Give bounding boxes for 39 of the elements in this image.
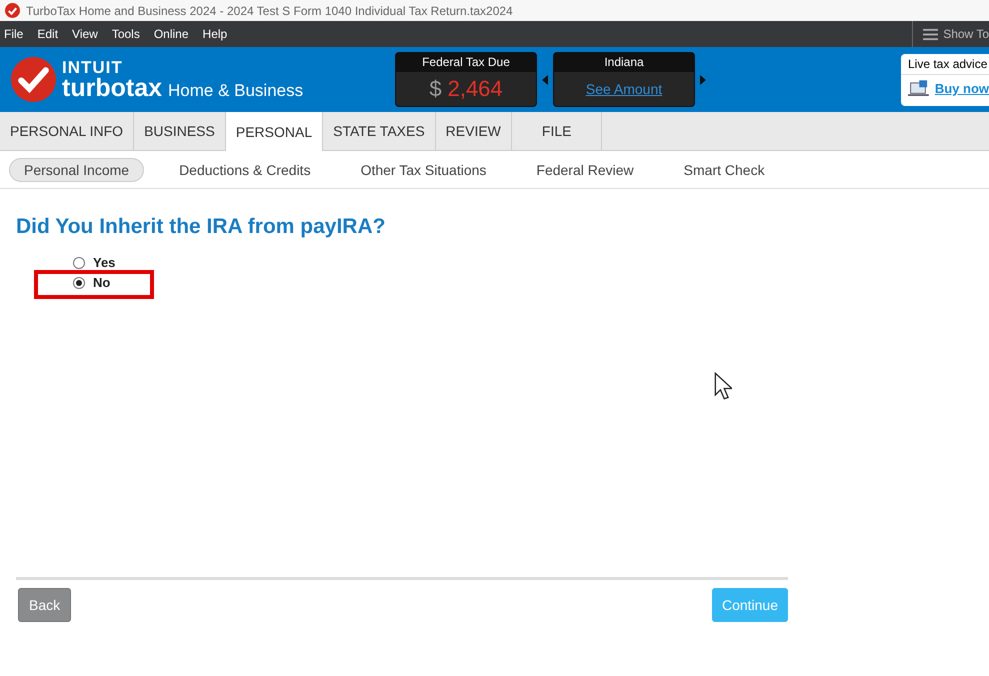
nav-tab[interactable]: STATE TAXES	[323, 112, 436, 150]
option-label: No	[93, 275, 110, 290]
nav-tab[interactable]: REVIEW	[436, 112, 512, 150]
panel-label: Indiana	[554, 53, 694, 72]
question-heading: Did You Inherit the IRA from payIRA?	[16, 215, 386, 239]
currency-sign: $	[429, 76, 442, 102]
see-amount-link[interactable]: See Amount	[586, 81, 662, 97]
section-tab[interactable]: Deductions & Credits	[164, 158, 326, 182]
menu-item[interactable]: View	[72, 27, 98, 41]
section-tab[interactable]: Personal Income	[9, 158, 144, 182]
section-tab[interactable]: Federal Review	[521, 158, 649, 182]
menu-item[interactable]: Edit	[37, 27, 58, 41]
laptop-icon	[908, 78, 929, 98]
menu-item[interactable]: Online	[154, 27, 189, 41]
section-tab[interactable]: Other Tax Situations	[346, 158, 502, 182]
nav-tab[interactable]: FILE	[512, 112, 602, 150]
tax-amount: 2,464	[448, 76, 503, 102]
menu-icon	[923, 28, 938, 40]
left-arrow-icon[interactable]	[542, 74, 548, 84]
nav-tab[interactable]: PERSONAL INFO	[0, 112, 134, 150]
radio-button[interactable]	[73, 276, 85, 288]
menu-item[interactable]: Help	[202, 27, 228, 41]
window-title: TurboTax Home and Business 2024 - 2024 Test S Form 1040 Individual Tax Return.tax2024	[26, 4, 513, 18]
menu-item[interactable]: File	[4, 27, 24, 41]
nav-tab[interactable]: PERSONAL	[226, 112, 324, 151]
app-logo-icon	[5, 3, 20, 18]
advice-label: Live tax advice	[901, 54, 989, 74]
product-name: turbotax	[62, 76, 162, 100]
radio-button[interactable]	[73, 256, 85, 268]
mouse-cursor-icon	[714, 372, 732, 400]
right-arrow-icon[interactable]	[700, 74, 706, 84]
company-name: INTUIT	[62, 58, 124, 76]
product-edition: Home & Business	[168, 82, 304, 98]
option-label: Yes	[93, 255, 116, 270]
checkmark-logo-icon	[11, 57, 56, 102]
menu-item[interactable]: Tools	[112, 27, 140, 41]
panel-label: Federal Tax Due	[396, 53, 536, 72]
section-tab[interactable]: Smart Check	[668, 158, 780, 182]
buy-now-link[interactable]: Buy now	[934, 81, 989, 96]
